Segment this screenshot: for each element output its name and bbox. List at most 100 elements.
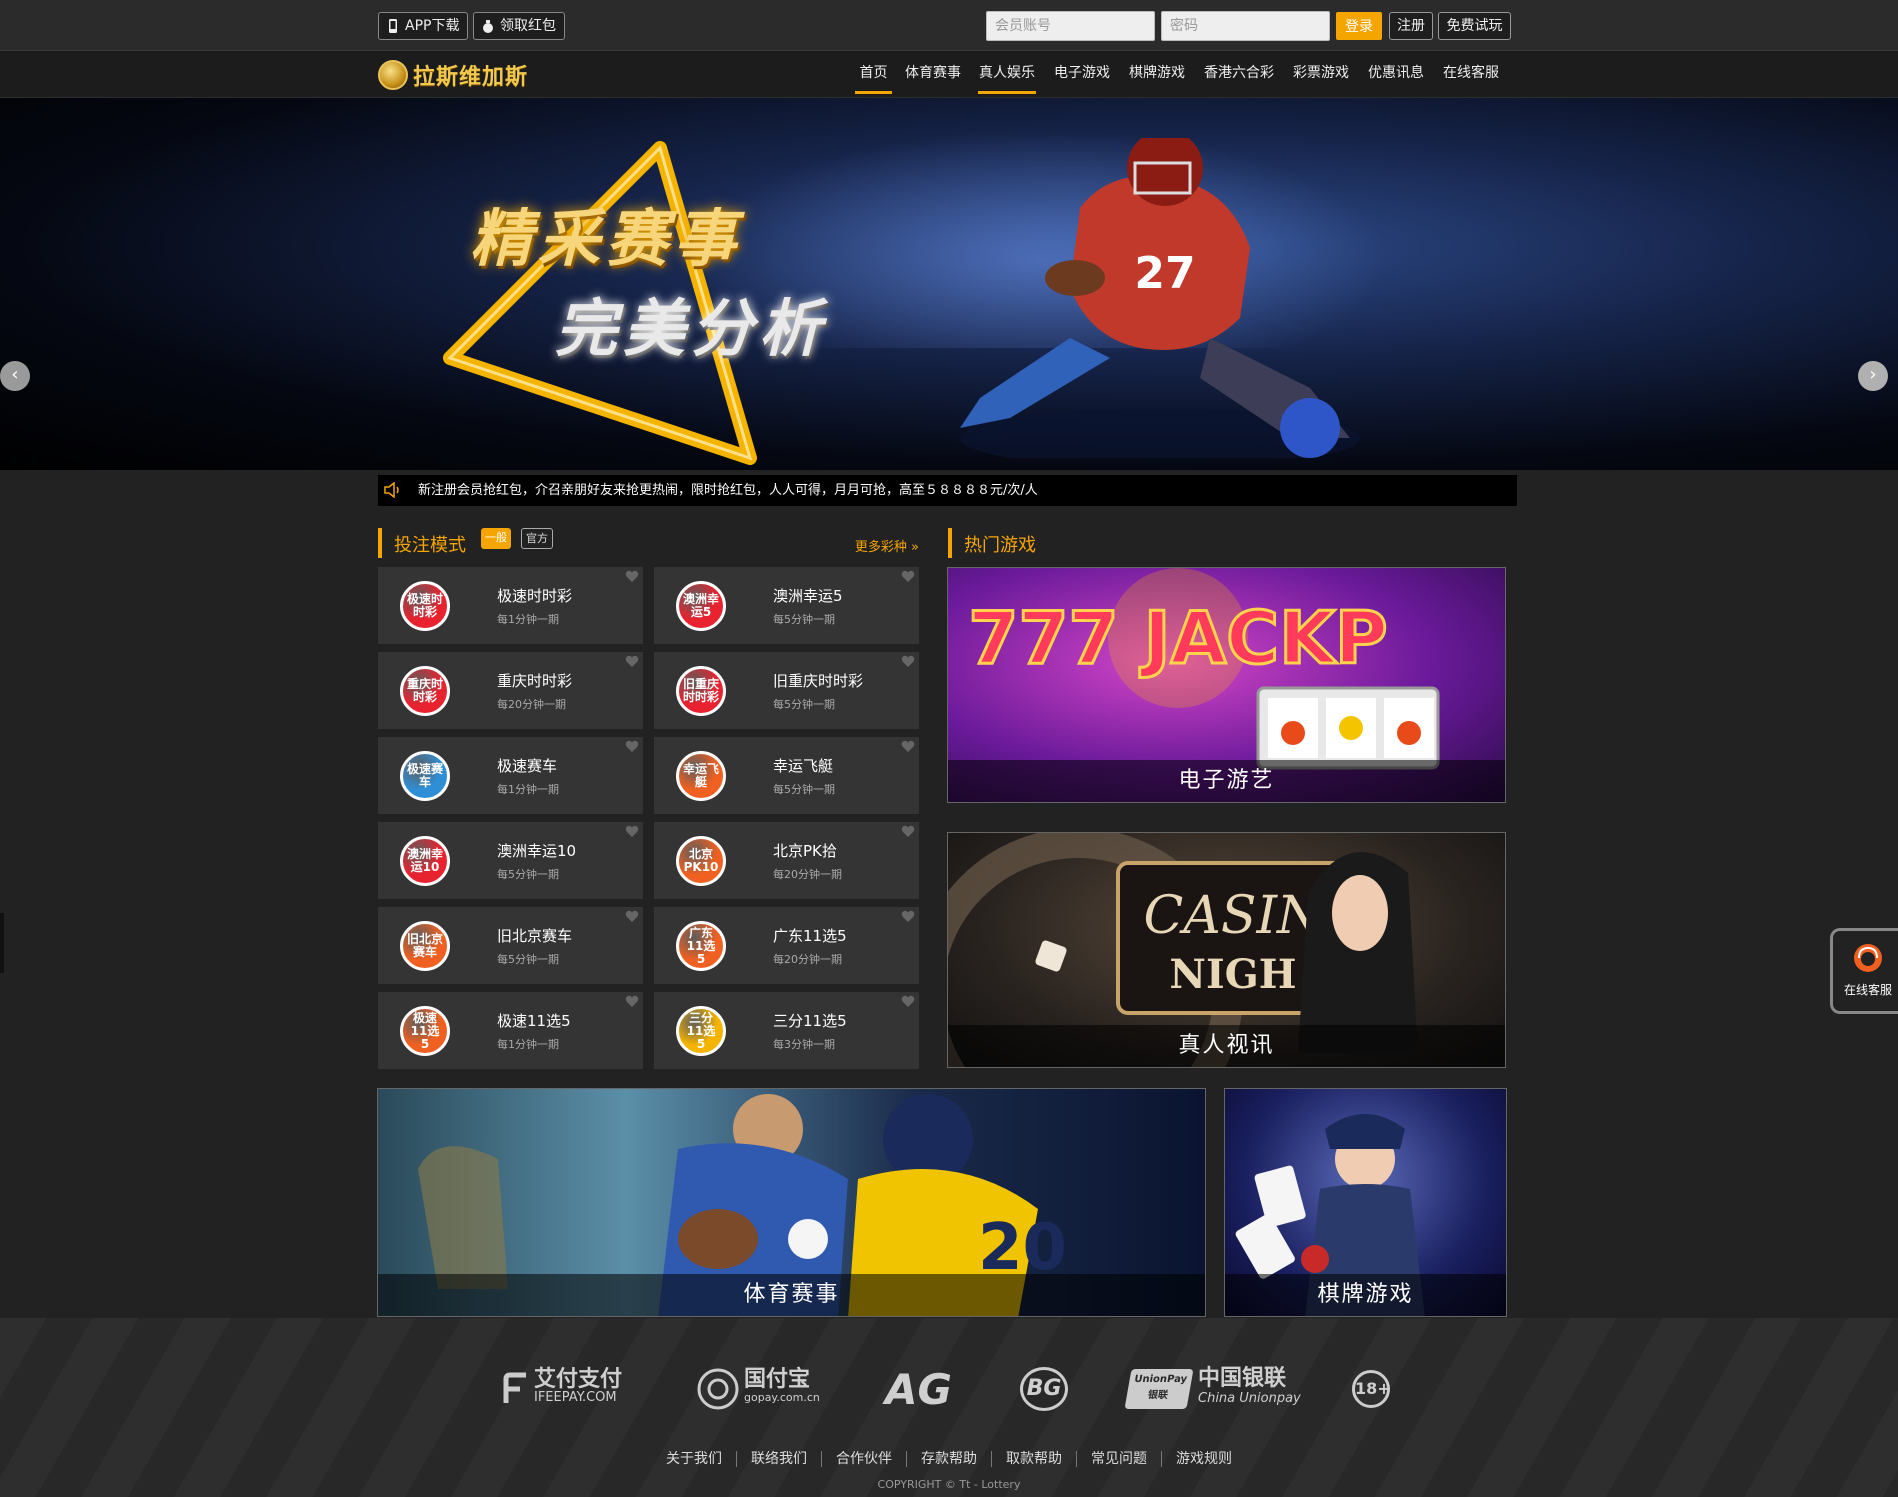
lottery-badge-icon: 广东11选5	[676, 921, 726, 971]
footer-link-about[interactable]: 关于我们	[652, 1451, 737, 1467]
favorite-heart-icon[interactable]	[901, 825, 915, 838]
banner-prev-button[interactable]: ‹	[0, 361, 30, 391]
betting-title: 投注模式	[394, 535, 466, 556]
footer-link-deposit-help[interactable]: 存款帮助	[907, 1451, 992, 1467]
lottery-card[interactable]: 旧北京赛车 旧北京赛车 每5分钟一期	[378, 907, 643, 984]
footer-link-withdraw-help[interactable]: 取款帮助	[992, 1451, 1077, 1467]
banner-next-button[interactable]: ›	[1858, 361, 1888, 391]
banner-headline-1: 精采赛事	[470, 202, 743, 275]
lottery-card[interactable]: 北京PK10 北京PK拾 每20分钟一期	[654, 822, 919, 899]
coin-logo-icon	[378, 60, 408, 90]
nav-customer-service[interactable]: 在线客服	[1442, 51, 1500, 97]
nav-live-casino[interactable]: 真人娱乐	[978, 51, 1036, 97]
nav-promotions[interactable]: 优惠讯息	[1367, 51, 1425, 97]
lottery-card[interactable]: 幸运飞艇 幸运飞艇 每5分钟一期	[654, 737, 919, 814]
more-lotteries-link[interactable]: 更多彩种 »	[855, 536, 919, 555]
lottery-card[interactable]: 三分11选5 三分11选5 每3分钟一期	[654, 992, 919, 1069]
bg-logo: BG	[1020, 1366, 1068, 1412]
mode-general-tab[interactable]: 一般	[481, 528, 511, 549]
red-packet-label: 领取红包	[500, 18, 556, 34]
lottery-name: 三分11选5	[773, 1012, 847, 1030]
favorite-heart-icon[interactable]	[901, 995, 915, 1008]
lottery-name: 广东11选5	[773, 927, 847, 945]
lottery-card[interactable]: 旧重庆时时彩 旧重庆时时彩 每5分钟一期	[654, 652, 919, 729]
left-edge-tab[interactable]	[0, 913, 4, 973]
gopay-logo: 国付宝 gopay.com.cn	[696, 1366, 820, 1412]
nav-card-games[interactable]: 棋牌游戏	[1128, 51, 1186, 97]
login-button[interactable]: 登录	[1336, 12, 1382, 40]
lottery-badge-icon: 澳洲幸运5	[676, 581, 726, 631]
chevron-right-icon: ›	[1869, 364, 1877, 385]
app-download-label: APP下载	[405, 18, 460, 34]
main-nav: 拉斯维加斯 首页 体育赛事 真人娱乐 电子游戏 棋牌游戏 香港六合彩 彩票游戏 …	[0, 51, 1898, 98]
lottery-badge-icon: 澳洲幸运10	[400, 836, 450, 886]
lottery-name: 北京PK拾	[773, 842, 837, 860]
favorite-heart-icon[interactable]	[625, 825, 639, 838]
footer-link-faq[interactable]: 常见问题	[1077, 1451, 1162, 1467]
lottery-card[interactable]: 极速时时彩 极速时时彩 每1分钟一期	[378, 567, 643, 644]
live-art-line-2: NIGH	[1169, 951, 1296, 998]
nav-hk-lottery[interactable]: 香港六合彩	[1203, 51, 1275, 97]
free-trial-button[interactable]: 免费试玩	[1438, 12, 1511, 40]
account-input[interactable]	[986, 11, 1155, 41]
live-casino-tile[interactable]: CASIN NIGH 真人视讯	[947, 832, 1506, 1068]
card-games-tile[interactable]: 棋牌游戏	[1224, 1088, 1507, 1317]
bg-mark: BG	[1020, 1367, 1068, 1411]
ifeepay-logo: 艾付支付 IFEEPAY.COM	[502, 1366, 622, 1412]
lottery-card[interactable]: 广东11选5 广东11选5 每20分钟一期	[654, 907, 919, 984]
favorite-heart-icon[interactable]	[625, 910, 639, 923]
nav-home[interactable]: 首页	[855, 51, 892, 97]
lottery-card[interactable]: 极速11选5 极速11选5 每1分钟一期	[378, 992, 643, 1069]
register-button[interactable]: 注册	[1389, 12, 1433, 40]
footer: 艾付支付 IFEEPAY.COM 国付宝 gopay.com.cn AG BG …	[0, 1318, 1898, 1497]
hero-banner[interactable]: 精采赛事 完美分析 27 ‹ ›	[0, 98, 1898, 470]
red-packet-button[interactable]: 领取红包	[473, 12, 565, 40]
football-player-image: 27	[960, 138, 1360, 458]
favorite-heart-icon[interactable]	[625, 655, 639, 668]
lottery-period: 每20分钟一期	[497, 698, 566, 711]
app-download-button[interactable]: APP下载	[378, 12, 469, 40]
nav-lottery[interactable]: 彩票游戏	[1292, 51, 1350, 97]
favorite-heart-icon[interactable]	[901, 910, 915, 923]
favorite-heart-icon[interactable]	[901, 740, 915, 753]
lottery-period: 每20分钟一期	[773, 953, 842, 966]
lottery-card[interactable]: 澳洲幸运5 澳洲幸运5 每5分钟一期	[654, 567, 919, 644]
favorite-heart-icon[interactable]	[901, 655, 915, 668]
lottery-card[interactable]: 重庆时时彩 重庆时时彩 每20分钟一期	[378, 652, 643, 729]
lottery-name: 极速11选5	[497, 1012, 571, 1030]
lottery-period: 每20分钟一期	[773, 868, 842, 881]
footer-link-contact[interactable]: 联络我们	[737, 1451, 822, 1467]
slots-tile[interactable]: 777 JACKP 电子游艺	[947, 567, 1506, 803]
unionpay-name-en: China Unionpay	[1198, 1391, 1301, 1406]
live-art-line-1: CASIN	[1143, 886, 1324, 946]
double-chevron-right-icon: »	[911, 540, 919, 555]
favorite-heart-icon[interactable]	[625, 995, 639, 1008]
lottery-badge-icon: 重庆时时彩	[400, 666, 450, 716]
sports-tile[interactable]: 20 体育赛事	[377, 1088, 1206, 1317]
favorite-heart-icon[interactable]	[625, 740, 639, 753]
lottery-period: 每5分钟一期	[773, 698, 835, 711]
online-service-label: 在线客服	[1843, 983, 1892, 997]
nav-sports[interactable]: 体育赛事	[904, 51, 962, 97]
brand-logo[interactable]: 拉斯维加斯	[378, 59, 528, 91]
lottery-card[interactable]: 澳洲幸运10 澳洲幸运10 每5分钟一期	[378, 822, 643, 899]
online-service-float[interactable]: 在线客服	[1830, 928, 1898, 1014]
ag-logo: AG	[885, 1364, 952, 1414]
live-casino-tile-label: 真人视讯	[948, 1025, 1505, 1067]
mode-official-tab[interactable]: 官方	[521, 528, 553, 549]
banner-headline-2: 完美分析	[555, 292, 828, 365]
chevron-left-icon: ‹	[11, 364, 19, 385]
nav-slots[interactable]: 电子游戏	[1053, 51, 1111, 97]
more-lotteries-label: 更多彩种	[854, 540, 907, 555]
footer-link-rules[interactable]: 游戏规则	[1162, 1451, 1246, 1467]
favorite-heart-icon[interactable]	[625, 570, 639, 583]
copyright: COPYRIGHT © Tt - Lottery	[877, 1478, 1021, 1491]
favorite-heart-icon[interactable]	[901, 570, 915, 583]
password-input[interactable]	[1161, 11, 1330, 41]
card-games-tile-label: 棋牌游戏	[1225, 1274, 1506, 1316]
lottery-card[interactable]: 极速赛车 极速赛车 每1分钟一期	[378, 737, 643, 814]
lottery-period: 每5分钟一期	[773, 613, 835, 626]
hot-games-header: 热门游戏	[948, 528, 1508, 558]
lottery-name: 旧北京赛车	[497, 927, 573, 945]
footer-link-partners[interactable]: 合作伙伴	[822, 1451, 907, 1467]
